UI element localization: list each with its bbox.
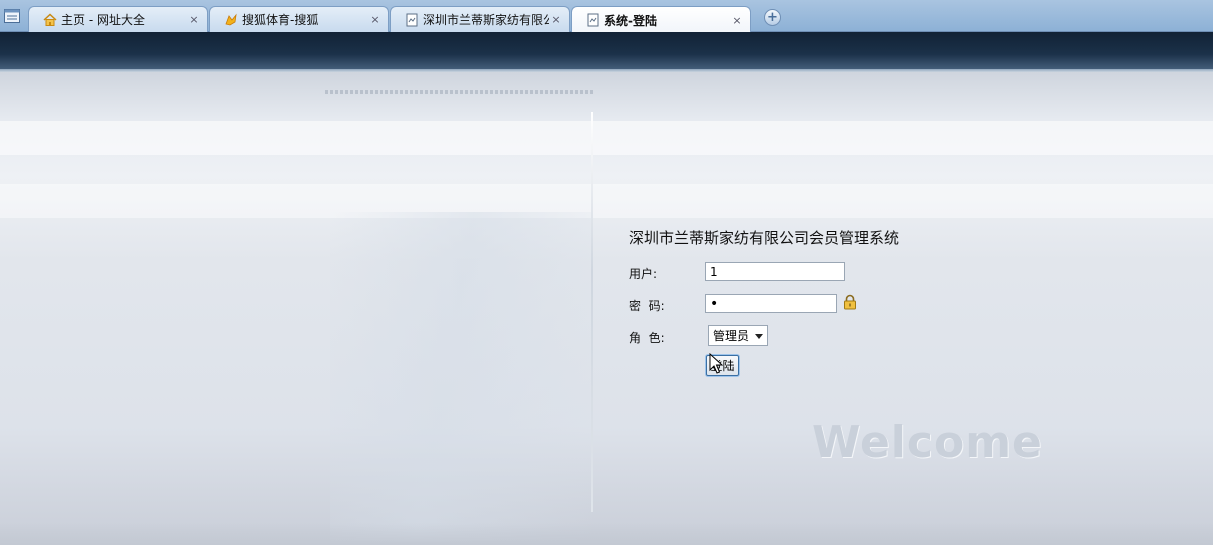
tab-home[interactable]: 主页 - 网址大全 ×: [28, 6, 208, 32]
role-label: 角 色:: [629, 331, 665, 345]
tab-company[interactable]: 深圳市兰蒂斯家纺有限公... ×: [390, 6, 570, 32]
tab-close-button[interactable]: ×: [187, 13, 201, 26]
username-input[interactable]: [705, 262, 845, 281]
login-page-background: Welcome: [0, 72, 1213, 545]
login-title: 深圳市兰蒂斯家纺有限公司会员管理系统: [629, 229, 900, 247]
page-icon: [587, 13, 599, 27]
page-icon: [406, 13, 418, 26]
bottom-band: [0, 523, 1213, 545]
tab-close-button[interactable]: ×: [368, 13, 382, 26]
tab-title: 搜狐体育-搜狐: [242, 13, 319, 27]
decorative-left-panel: [330, 212, 592, 542]
home-icon: [43, 12, 57, 26]
password-label: 密 码:: [629, 299, 665, 313]
window-menu-icon: [4, 9, 20, 23]
tab-system-login[interactable]: 系统-登陆 ×: [571, 6, 751, 33]
role-select[interactable]: 管理员: [708, 325, 768, 346]
mouse-cursor-icon: [709, 353, 723, 374]
plus-icon: +: [767, 10, 778, 25]
welcome-watermark: Welcome: [812, 417, 1043, 468]
background-stripe: [0, 184, 1213, 218]
browser-menu-button[interactable]: [2, 6, 22, 26]
tab-title: 深圳市兰蒂斯家纺有限公...: [423, 13, 549, 27]
username-label: 用户:: [629, 267, 658, 281]
background-stripe: [0, 121, 1213, 155]
lock-icon: [844, 294, 856, 310]
page-header-band: [0, 32, 1213, 72]
role-selected-value: 管理员: [713, 329, 750, 343]
new-tab-button[interactable]: +: [764, 9, 781, 26]
tab-title: 主页 - 网址大全: [61, 13, 145, 27]
decorative-dashed-line: [325, 90, 593, 94]
sohu-fox-icon: [225, 13, 237, 25]
chevron-down-icon: [755, 334, 763, 339]
tab-sohu-sports[interactable]: 搜狐体育-搜狐 ×: [209, 6, 389, 32]
password-input[interactable]: [705, 294, 837, 313]
vertical-divider: [591, 112, 593, 512]
tab-close-button[interactable]: ×: [549, 13, 563, 26]
tab-close-button[interactable]: ×: [730, 14, 744, 27]
browser-tab-strip: 主页 - 网址大全 × 搜狐体育-搜狐 × 深圳市兰蒂斯家纺有限公... × 系…: [0, 0, 1213, 33]
tab-title: 系统-登陆: [604, 13, 657, 28]
